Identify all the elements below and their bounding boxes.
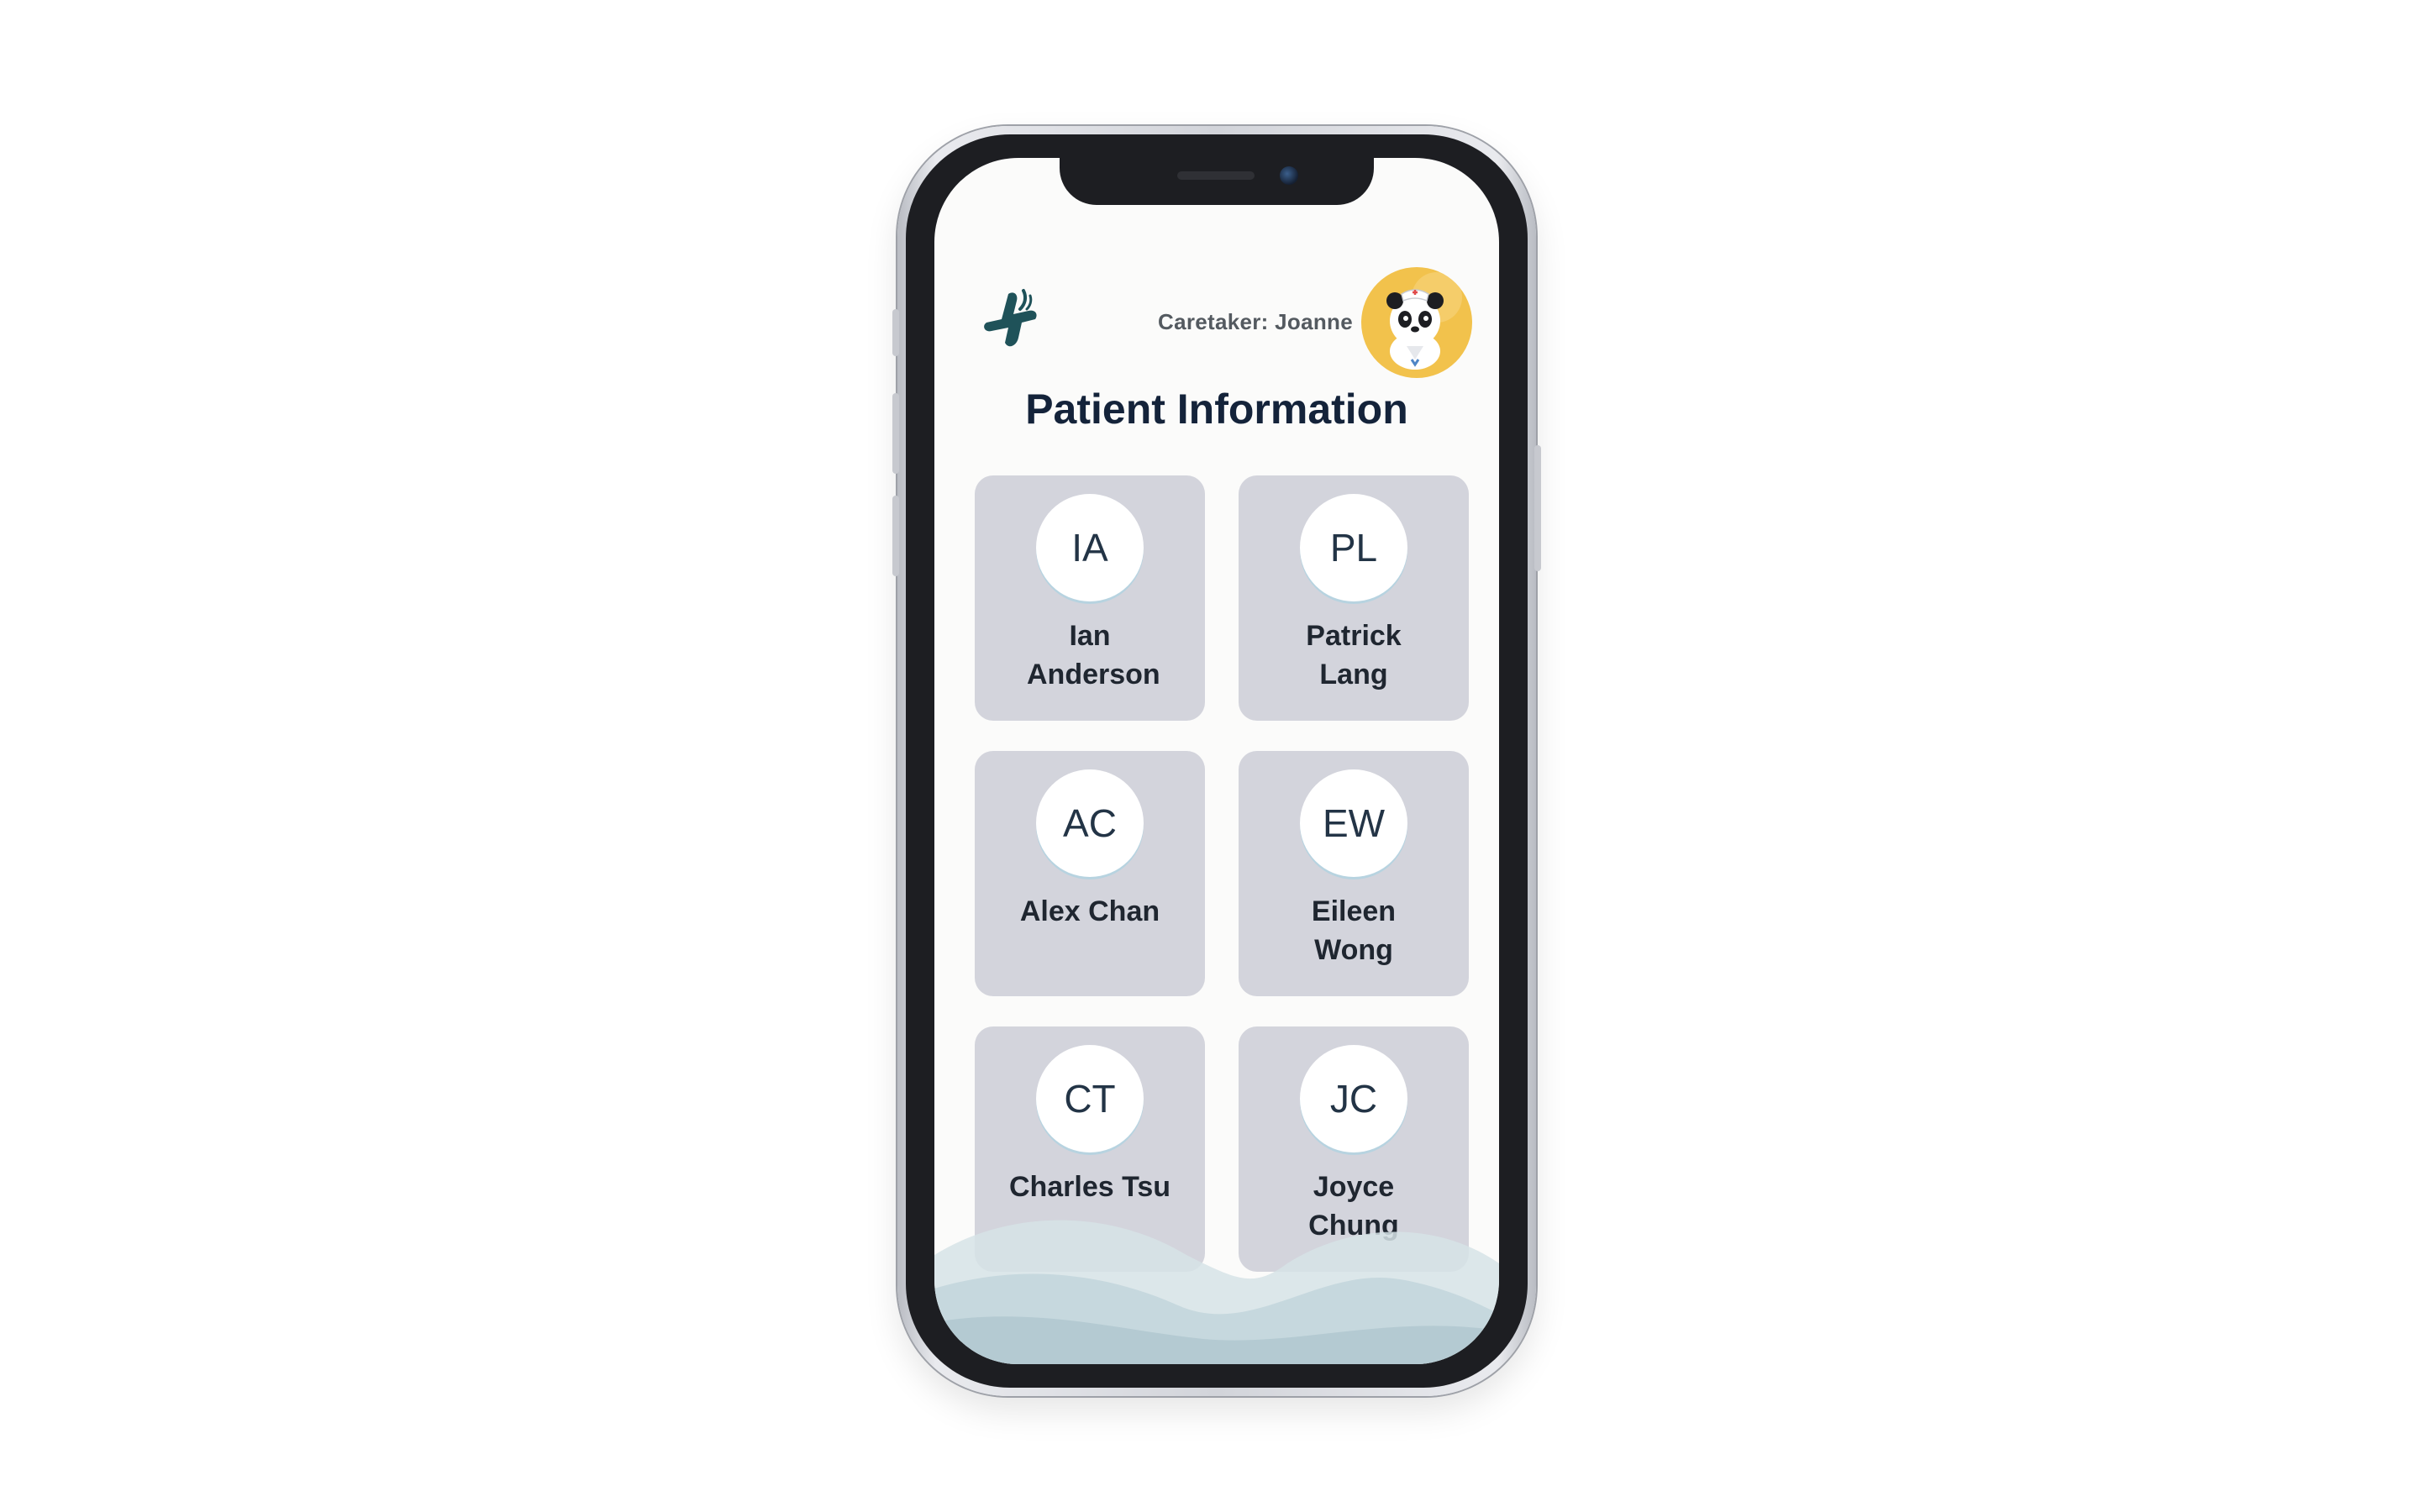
patient-card[interactable]: IA Ian Anderson: [975, 475, 1205, 721]
patient-name: Eileen Wong: [1311, 895, 1397, 966]
phone-frame: Caretaker: Joanne Patient Information IA…: [892, 126, 1541, 1396]
speaker-grille: [1177, 171, 1255, 180]
notch: [1060, 158, 1374, 205]
patient-initials-avatar: PL: [1300, 494, 1407, 601]
volume-up-button: [892, 393, 899, 474]
patient-initials-avatar: CT: [1036, 1045, 1144, 1152]
patient-name: Alex Chan: [1019, 895, 1160, 927]
patient-name: Ian Anderson: [1027, 620, 1160, 690]
app-screen: Caretaker: Joanne Patient Information IA…: [934, 158, 1499, 1364]
front-camera: [1280, 166, 1298, 185]
patient-initials-avatar: AC: [1036, 769, 1144, 877]
patient-initials-avatar: EW: [1300, 769, 1407, 877]
power-button: [1534, 445, 1541, 571]
patient-card[interactable]: PL Patrick Lang: [1239, 475, 1469, 721]
patient-name: Patrick Lang: [1306, 620, 1402, 690]
patient-initials-avatar: IA: [1036, 494, 1144, 601]
panda-nurse-avatar-icon: [1386, 272, 1462, 370]
volume-down-button: [892, 496, 899, 576]
patient-card[interactable]: AC Alex Chan: [975, 751, 1205, 996]
patient-card[interactable]: EW Eileen Wong: [1239, 751, 1469, 996]
patient-initials-avatar: JC: [1300, 1045, 1407, 1152]
caretaker-label: Caretaker: Joanne: [1158, 309, 1353, 334]
decorative-waves: [934, 1220, 1499, 1364]
page-title: Patient Information: [1025, 386, 1408, 433]
medical-cross-logo-icon[interactable]: [980, 286, 1050, 356]
mute-switch: [892, 309, 899, 356]
caretaker-avatar[interactable]: [1361, 267, 1472, 378]
patient-grid: IA Ian Anderson PL Patrick Lang AC Alex …: [975, 475, 1470, 1272]
